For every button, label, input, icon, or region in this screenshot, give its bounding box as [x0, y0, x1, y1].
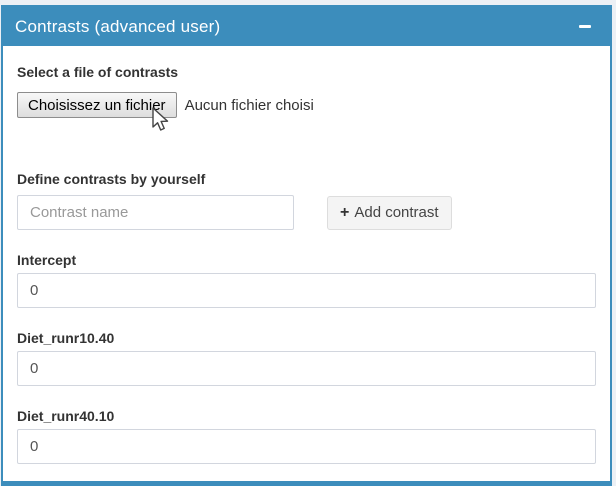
add-contrast-label: Add contrast — [354, 204, 438, 221]
page-background: Contrasts (advanced user) Select a file … — [0, 0, 616, 486]
panel-header: Contrasts (advanced user) — [3, 7, 610, 46]
contrast-field-intercept: Intercept — [17, 252, 596, 308]
file-status-text: Aucun fichier choisi — [185, 97, 314, 114]
file-section: Select a file of contrasts Choisissez un… — [17, 64, 596, 118]
diet-runr40-10-label: Diet_runr40.10 — [17, 408, 596, 424]
next-panel-header-edge — [1, 481, 612, 486]
panel-body: Select a file of contrasts Choisissez un… — [3, 46, 610, 464]
contrast-field-diet-runr40-10: Diet_runr40.10 — [17, 408, 596, 464]
contrast-name-input[interactable] — [17, 195, 294, 230]
contrasts-panel: Contrasts (advanced user) Select a file … — [1, 5, 612, 486]
panel-title: Contrasts (advanced user) — [15, 17, 220, 37]
plus-icon: + — [340, 204, 349, 222]
intercept-input[interactable] — [17, 273, 596, 308]
add-contrast-button[interactable]: + Add contrast — [327, 196, 452, 230]
define-contrasts-row: + Add contrast — [17, 195, 596, 230]
diet-runr10-40-input[interactable] — [17, 351, 596, 386]
contrast-field-diet-runr10-40: Diet_runr10.40 — [17, 330, 596, 386]
choose-file-button[interactable]: Choisissez un fichier — [17, 92, 177, 118]
intercept-label: Intercept — [17, 252, 596, 268]
define-contrasts-section: Define contrasts by yourself + Add contr… — [17, 171, 596, 230]
collapse-button[interactable] — [572, 7, 598, 46]
diet-runr40-10-input[interactable] — [17, 429, 596, 464]
file-section-label: Select a file of contrasts — [17, 64, 596, 80]
define-section-label: Define contrasts by yourself — [17, 171, 596, 187]
diet-runr10-40-label: Diet_runr10.40 — [17, 330, 596, 346]
minus-icon — [579, 25, 591, 28]
file-input[interactable]: Choisissez un fichier Aucun fichier choi… — [17, 92, 596, 118]
